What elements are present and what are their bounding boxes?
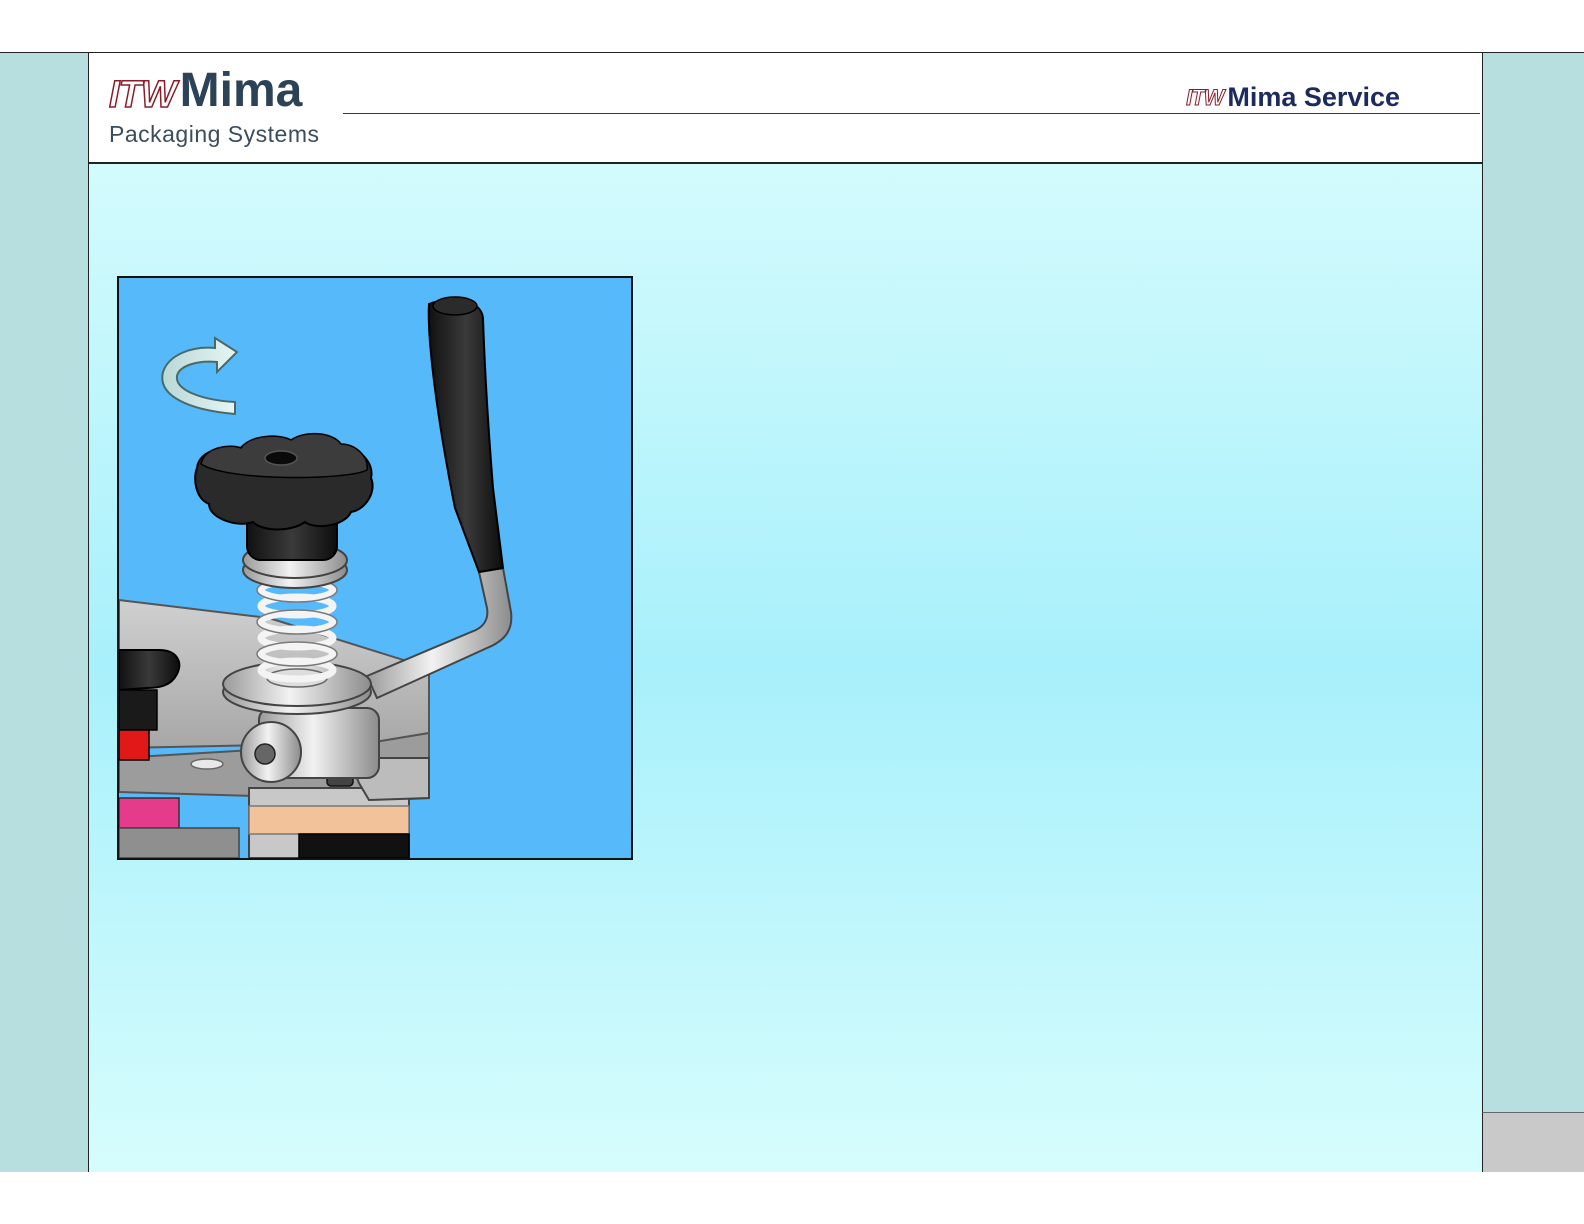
star-knob-icon — [194, 432, 374, 561]
assembly-drawing — [119, 296, 513, 858]
packaging-systems-tagline: Packaging Systems — [109, 121, 320, 147]
slide-header: ITW Mima Packaging Systems ITW Mima Serv… — [89, 52, 1482, 164]
lower-washer — [222, 661, 372, 715]
right-side-panel — [1482, 52, 1584, 1172]
header-divider — [343, 113, 1480, 114]
pivot-block — [240, 707, 380, 783]
compression-spring — [257, 577, 337, 683]
mechanical-assembly-figure — [117, 276, 633, 860]
itw-mima-logo: ITW Mima — [108, 64, 303, 117]
itw-logo-mark: ITW — [108, 74, 177, 116]
itw-mima-service-logo: ITW Mima Service — [1186, 83, 1400, 111]
left-side-panel — [0, 52, 89, 1172]
service-logo-text: Mima Service — [1227, 82, 1400, 112]
rotation-arrow-icon — [161, 336, 239, 416]
service-itw-mark: ITW — [1186, 85, 1225, 111]
right-side-footer-block — [1482, 1112, 1584, 1172]
lever-handle — [365, 296, 513, 700]
mima-logo-text: Mima — [179, 64, 303, 117]
